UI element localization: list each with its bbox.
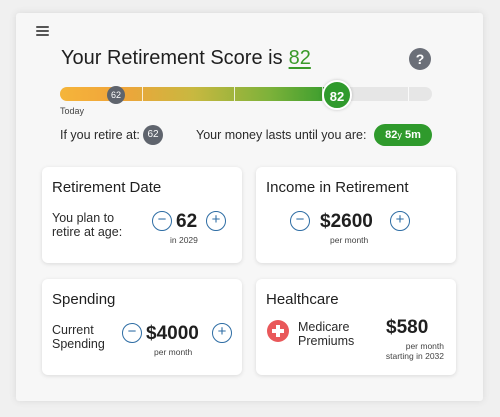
income-card: Income in Retirement − $2600 + per month [256,167,456,263]
lasts-years-unit: y [397,130,402,140]
decrease-age-button[interactable]: − [152,211,172,231]
label-line: retire at age: [52,225,123,239]
increase-income-button[interactable]: + [390,211,410,231]
money-lasts-label: Your money lasts until you are: [196,128,367,142]
income-value: $2600 [320,211,373,232]
spending-period: per month [154,347,193,357]
hamburger-menu-icon[interactable] [36,26,49,36]
label-line: Premiums [298,334,355,348]
medical-cross-icon [267,320,289,342]
score-marker: 82 [322,80,352,110]
page-title: Your Retirement Score is 82 [61,47,311,70]
spending-card: Spending Current Spending − $4000 + per … [42,279,242,375]
label-line: Current [52,323,94,337]
retire-year: in 2029 [170,235,198,245]
medicare-label: Medicare Premiums [298,320,354,348]
sub-line: per month [405,341,444,351]
retire-at-label: If you retire at: [60,128,140,142]
card-title: Income in Retirement [266,179,409,196]
lasts-months: 5m [404,129,421,141]
score-progress-fill [60,87,338,101]
healthcare-period: per month starting in 2032 [386,341,444,361]
progress-tick [408,87,409,101]
money-lasts-badge: 82y 5m [374,124,432,146]
progress-tick [142,87,143,101]
sub-line: starting in 2032 [385,351,444,361]
label-line: Spending [52,337,105,351]
spending-value: $4000 [146,323,199,344]
retire-age-label: You plan to retire at age: [52,211,122,239]
healthcare-value: $580 [386,317,429,338]
spending-label: Current Spending [52,323,105,351]
decrease-spending-button[interactable]: − [122,323,142,343]
retire-age-badge: 62 [143,125,163,145]
card-title: Healthcare [266,291,339,308]
retire-age-value: 62 [176,211,198,232]
lasts-years: 82 [385,129,398,141]
card-title: Spending [52,291,116,308]
title-text: Your Retirement Score is [61,47,283,69]
increase-spending-button[interactable]: + [212,323,232,343]
score-link[interactable]: 82 [289,47,311,69]
decrease-income-button[interactable]: − [290,211,310,231]
increase-age-button[interactable]: + [206,211,226,231]
today-marker: 62 [107,86,125,104]
income-period: per month [330,235,369,245]
label-line: You plan to [52,211,115,225]
help-icon[interactable]: ? [409,48,431,70]
label-line: Medicare [298,320,350,334]
retirement-date-card: Retirement Date You plan to retire at ag… [42,167,242,263]
progress-tick [234,87,235,101]
card-title: Retirement Date [52,179,162,196]
healthcare-card: Healthcare Medicare Premiums $580 per mo… [256,279,456,375]
today-label: Today [60,106,85,116]
